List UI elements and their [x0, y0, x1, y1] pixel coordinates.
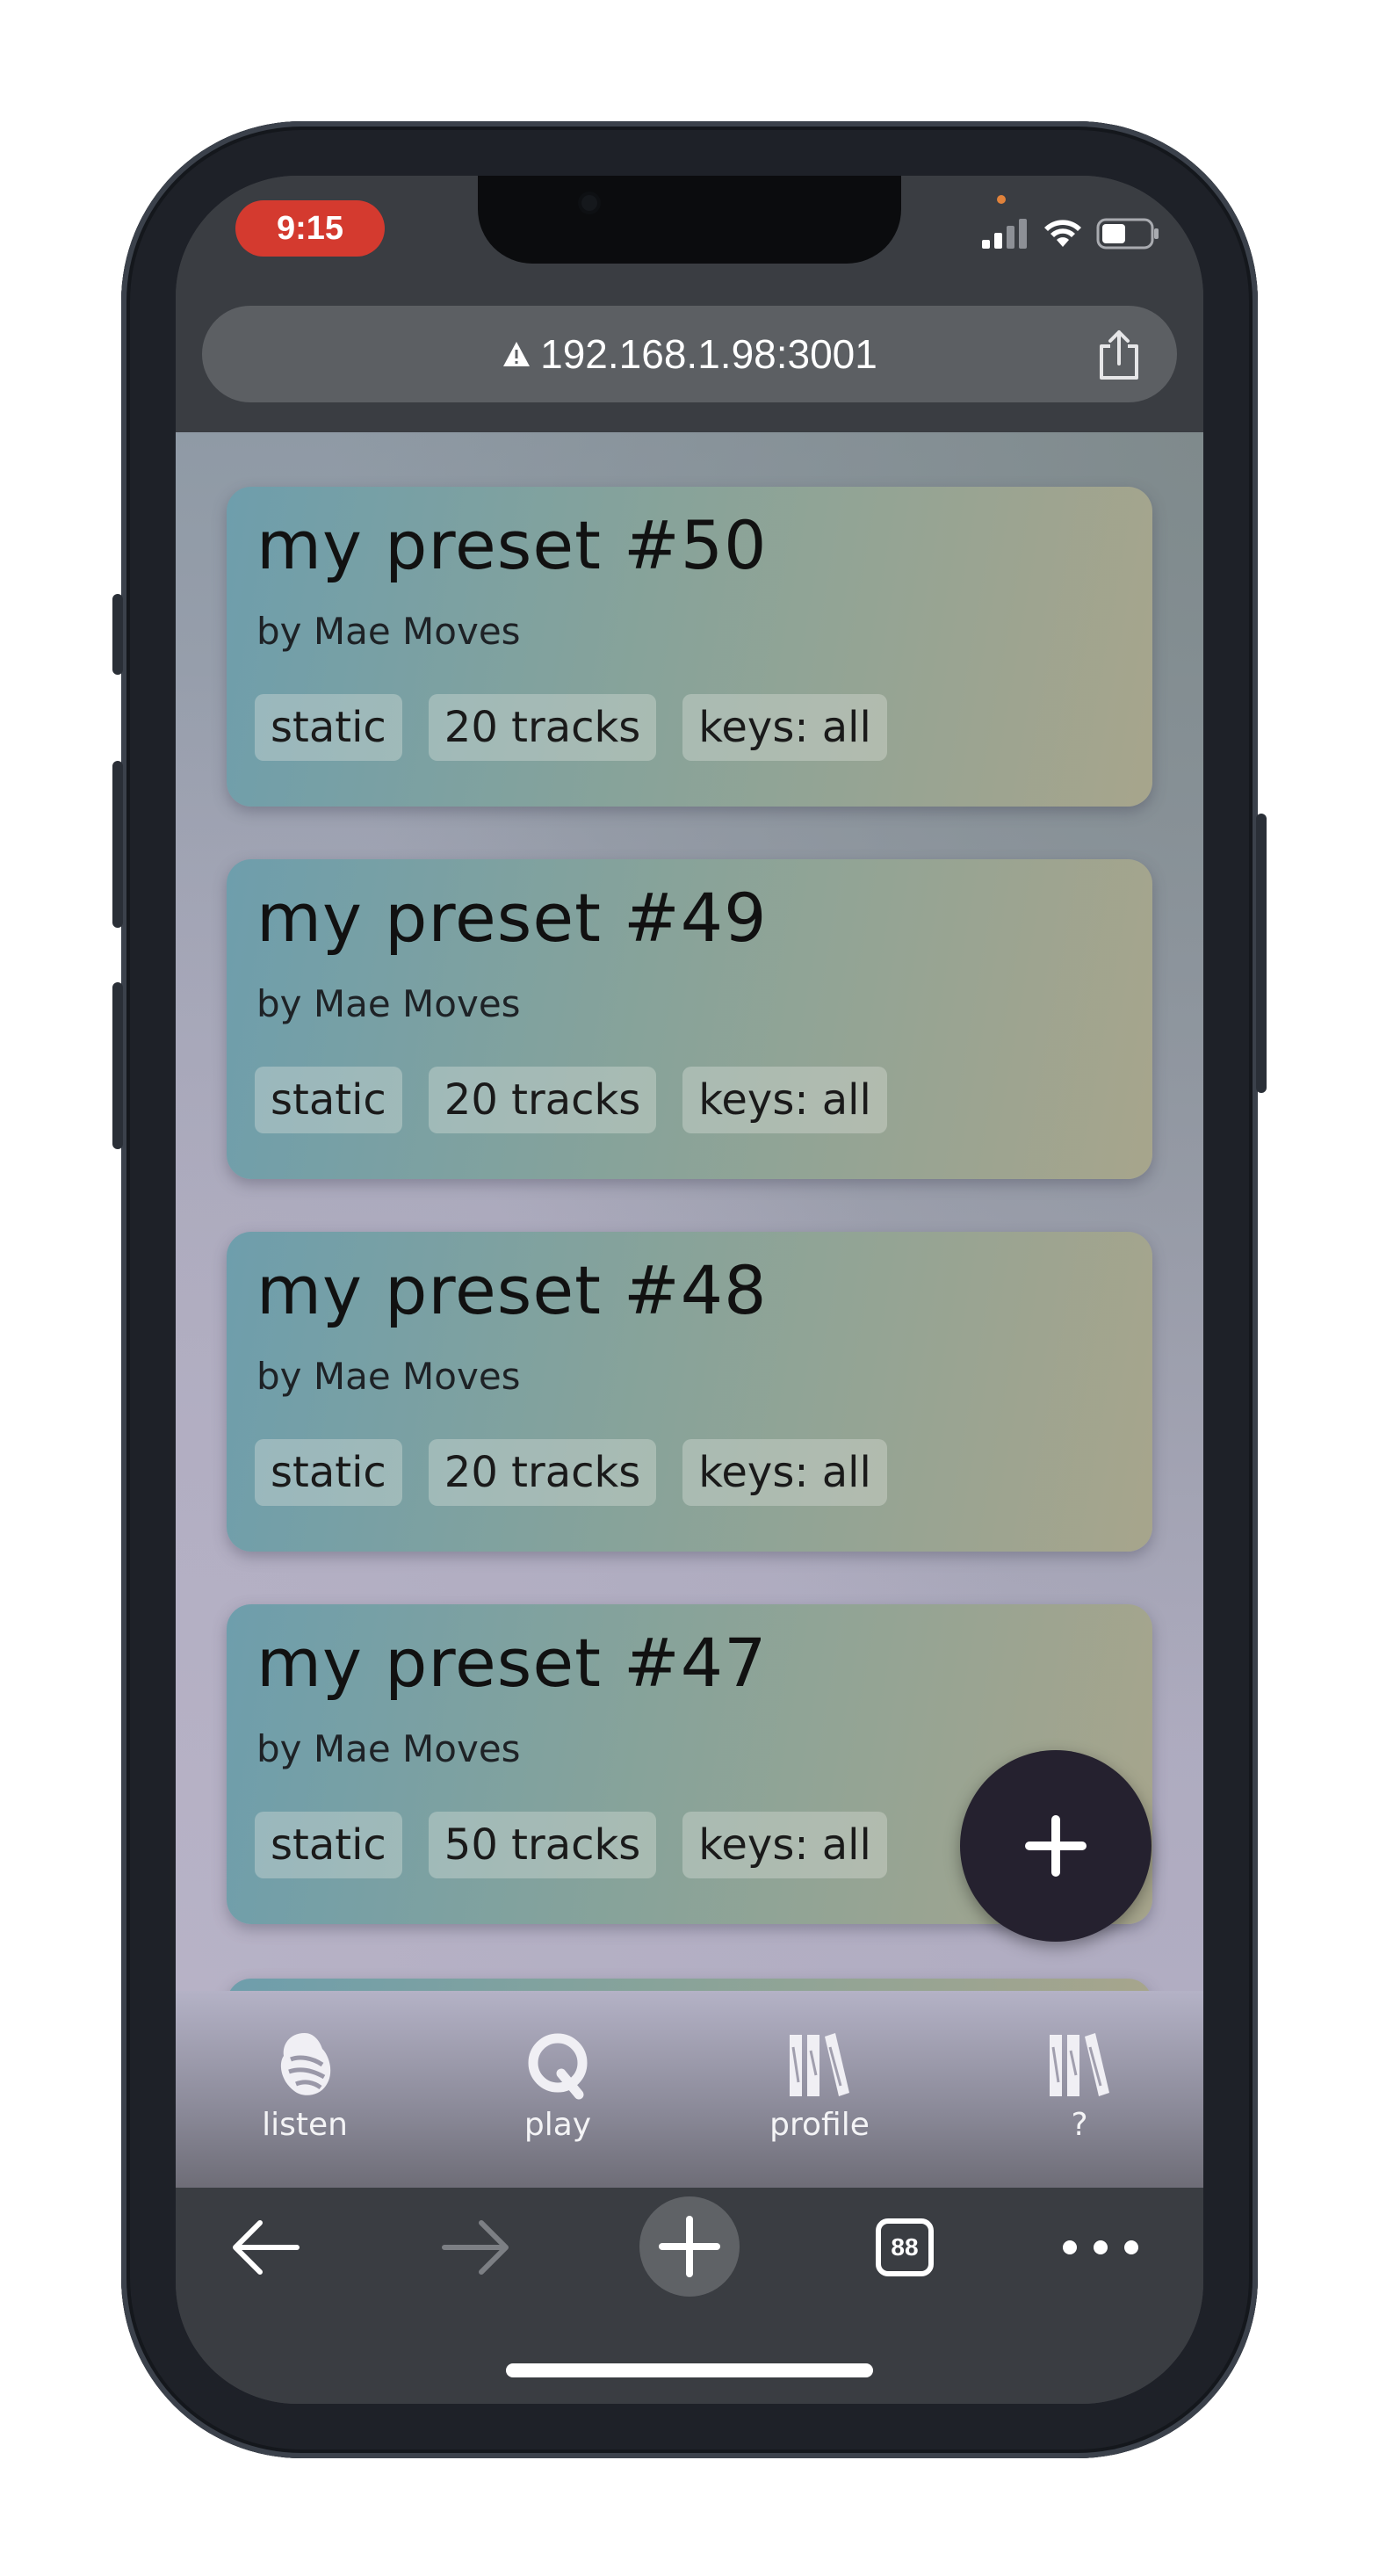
help-icon	[1050, 2033, 1109, 2096]
preset-list: my preset #50 by Mae Moves static 20 tra…	[176, 432, 1203, 1991]
nav-label: profile	[769, 2107, 870, 2143]
wifi-icon	[1044, 220, 1081, 247]
tag-mode: static	[255, 694, 402, 761]
tag-keys: keys: all	[682, 1439, 887, 1506]
tabs-button[interactable]: 88	[861, 2203, 949, 2291]
url-text: 192.168.1.98:3001	[540, 331, 877, 377]
preset-card[interactable]: my preset #50 by Mae Moves static 20 tra…	[227, 487, 1152, 807]
tag-keys: keys: all	[682, 1812, 887, 1878]
more-button[interactable]	[1052, 2203, 1149, 2291]
tag-tracks: 20 tracks	[428, 1067, 657, 1133]
tag-mode: static	[255, 1812, 402, 1878]
privacy-indicator-icon	[997, 195, 1006, 204]
preset-title: my preset #48	[256, 1251, 768, 1329]
url-display: 192.168.1.98:3001	[202, 306, 1177, 402]
preset-tags: static 20 tracks keys: all	[255, 1439, 887, 1506]
volume-up-button	[112, 761, 123, 928]
nav-profile[interactable]: profile	[732, 2030, 907, 2143]
mute-switch	[112, 594, 123, 675]
volume-down-button	[112, 982, 123, 1149]
tag-tracks: 20 tracks	[428, 694, 657, 761]
add-preset-button[interactable]	[960, 1750, 1152, 1942]
profile-icon	[790, 2033, 849, 2096]
status-icons	[982, 216, 1159, 251]
nav-help[interactable]: ?	[992, 2030, 1167, 2143]
preset-tags: static 20 tracks keys: all	[255, 1067, 887, 1133]
app-nav: listen play profile ?	[176, 1991, 1203, 2188]
plus-icon	[659, 2216, 720, 2277]
screen: 9:15 192.168.1.98:3001 my preset #50 by …	[176, 176, 1203, 2404]
signal-icon	[982, 219, 1027, 249]
nav-label: listen	[262, 2107, 348, 2143]
tag-mode: static	[255, 1439, 402, 1506]
new-tab-button[interactable]	[639, 2196, 740, 2297]
preset-card-partial[interactable]	[227, 1979, 1152, 1991]
preset-card[interactable]: my preset #48 by Mae Moves static 20 tra…	[227, 1232, 1152, 1552]
preset-author: by Mae Moves	[256, 1355, 521, 1398]
play-icon	[528, 2033, 588, 2100]
preset-title: my preset #50	[256, 506, 768, 584]
preset-author: by Mae Moves	[256, 610, 521, 653]
share-icon[interactable]	[1094, 329, 1144, 381]
camera-icon	[581, 195, 597, 211]
tabs-count: 88	[891, 2233, 919, 2261]
tag-tracks: 20 tracks	[428, 1439, 657, 1506]
tabs-icon: 88	[876, 2218, 934, 2276]
preset-tags: static 20 tracks keys: all	[255, 694, 887, 761]
preset-title: my preset #49	[256, 879, 768, 957]
preset-title: my preset #47	[256, 1624, 768, 1702]
forward-button[interactable]	[432, 2203, 520, 2291]
tag-keys: keys: all	[682, 1067, 887, 1133]
warning-triangle-icon	[503, 342, 531, 366]
back-button[interactable]	[221, 2203, 309, 2291]
status-bar: 9:15	[176, 176, 1203, 306]
preset-author: by Mae Moves	[256, 1727, 521, 1770]
preset-tags: static 50 tracks keys: all	[255, 1812, 887, 1878]
forward-arrow-icon	[442, 2220, 509, 2275]
nav-listen[interactable]: listen	[217, 2030, 393, 2143]
plus-icon	[1025, 1815, 1087, 1877]
tag-tracks: 50 tracks	[428, 1812, 657, 1878]
nav-label: play	[523, 2107, 592, 2143]
nav-label: ?	[1071, 2107, 1088, 2143]
nav-play[interactable]: play	[470, 2030, 646, 2143]
url-bar[interactable]: 192.168.1.98:3001	[202, 306, 1177, 402]
tag-keys: keys: all	[682, 694, 887, 761]
status-time: 9:15	[235, 200, 385, 257]
more-dots-icon	[1063, 2240, 1138, 2254]
power-button	[1256, 814, 1267, 1093]
notch	[478, 176, 901, 264]
back-arrow-icon	[233, 2220, 300, 2275]
listen-icon	[280, 2033, 331, 2095]
preset-card[interactable]: my preset #49 by Mae Moves static 20 tra…	[227, 859, 1152, 1179]
preset-author: by Mae Moves	[256, 982, 521, 1025]
battery-icon	[1096, 218, 1159, 250]
home-indicator[interactable]	[506, 2363, 873, 2377]
tag-mode: static	[255, 1067, 402, 1133]
